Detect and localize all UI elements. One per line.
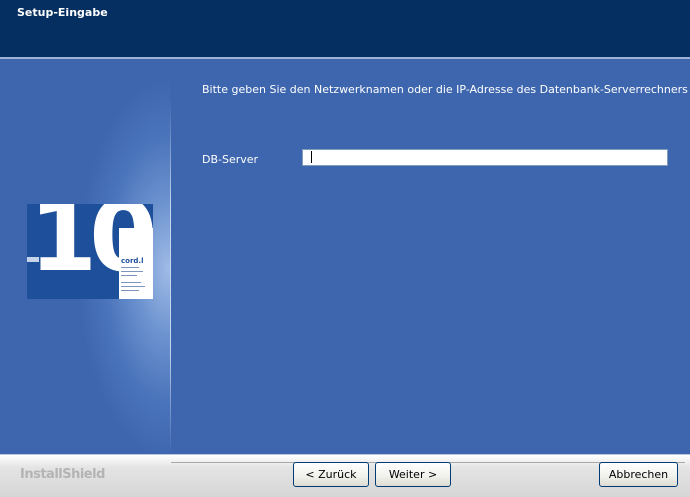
db-server-label: DB-Server: [202, 153, 259, 166]
next-button[interactable]: Weiter >: [375, 462, 451, 487]
cancel-button[interactable]: Abbrechen: [599, 462, 678, 487]
logo-text-line: [121, 286, 145, 287]
logo-text-line: [121, 267, 139, 268]
title-bar: Setup-Eingabe: [0, 0, 690, 57]
logo-text-line: [121, 290, 139, 291]
instruction-text: Bitte geben Sie den Netzwerknamen oder d…: [202, 83, 690, 96]
text-caret: [311, 151, 312, 163]
window-title: Setup-Eingabe: [17, 6, 108, 19]
logo-text-line: [121, 282, 141, 283]
logo-text-line: [121, 271, 143, 272]
back-button[interactable]: < Zurück: [293, 462, 369, 487]
vertical-divider: [170, 100, 171, 454]
installshield-brand: InstallShield: [20, 467, 105, 482]
logo-text-line: [121, 275, 137, 276]
db-server-input[interactable]: [302, 149, 668, 166]
logo-brand: cord.l: [121, 257, 144, 265]
product-logo: 10 cord.l: [27, 204, 153, 299]
